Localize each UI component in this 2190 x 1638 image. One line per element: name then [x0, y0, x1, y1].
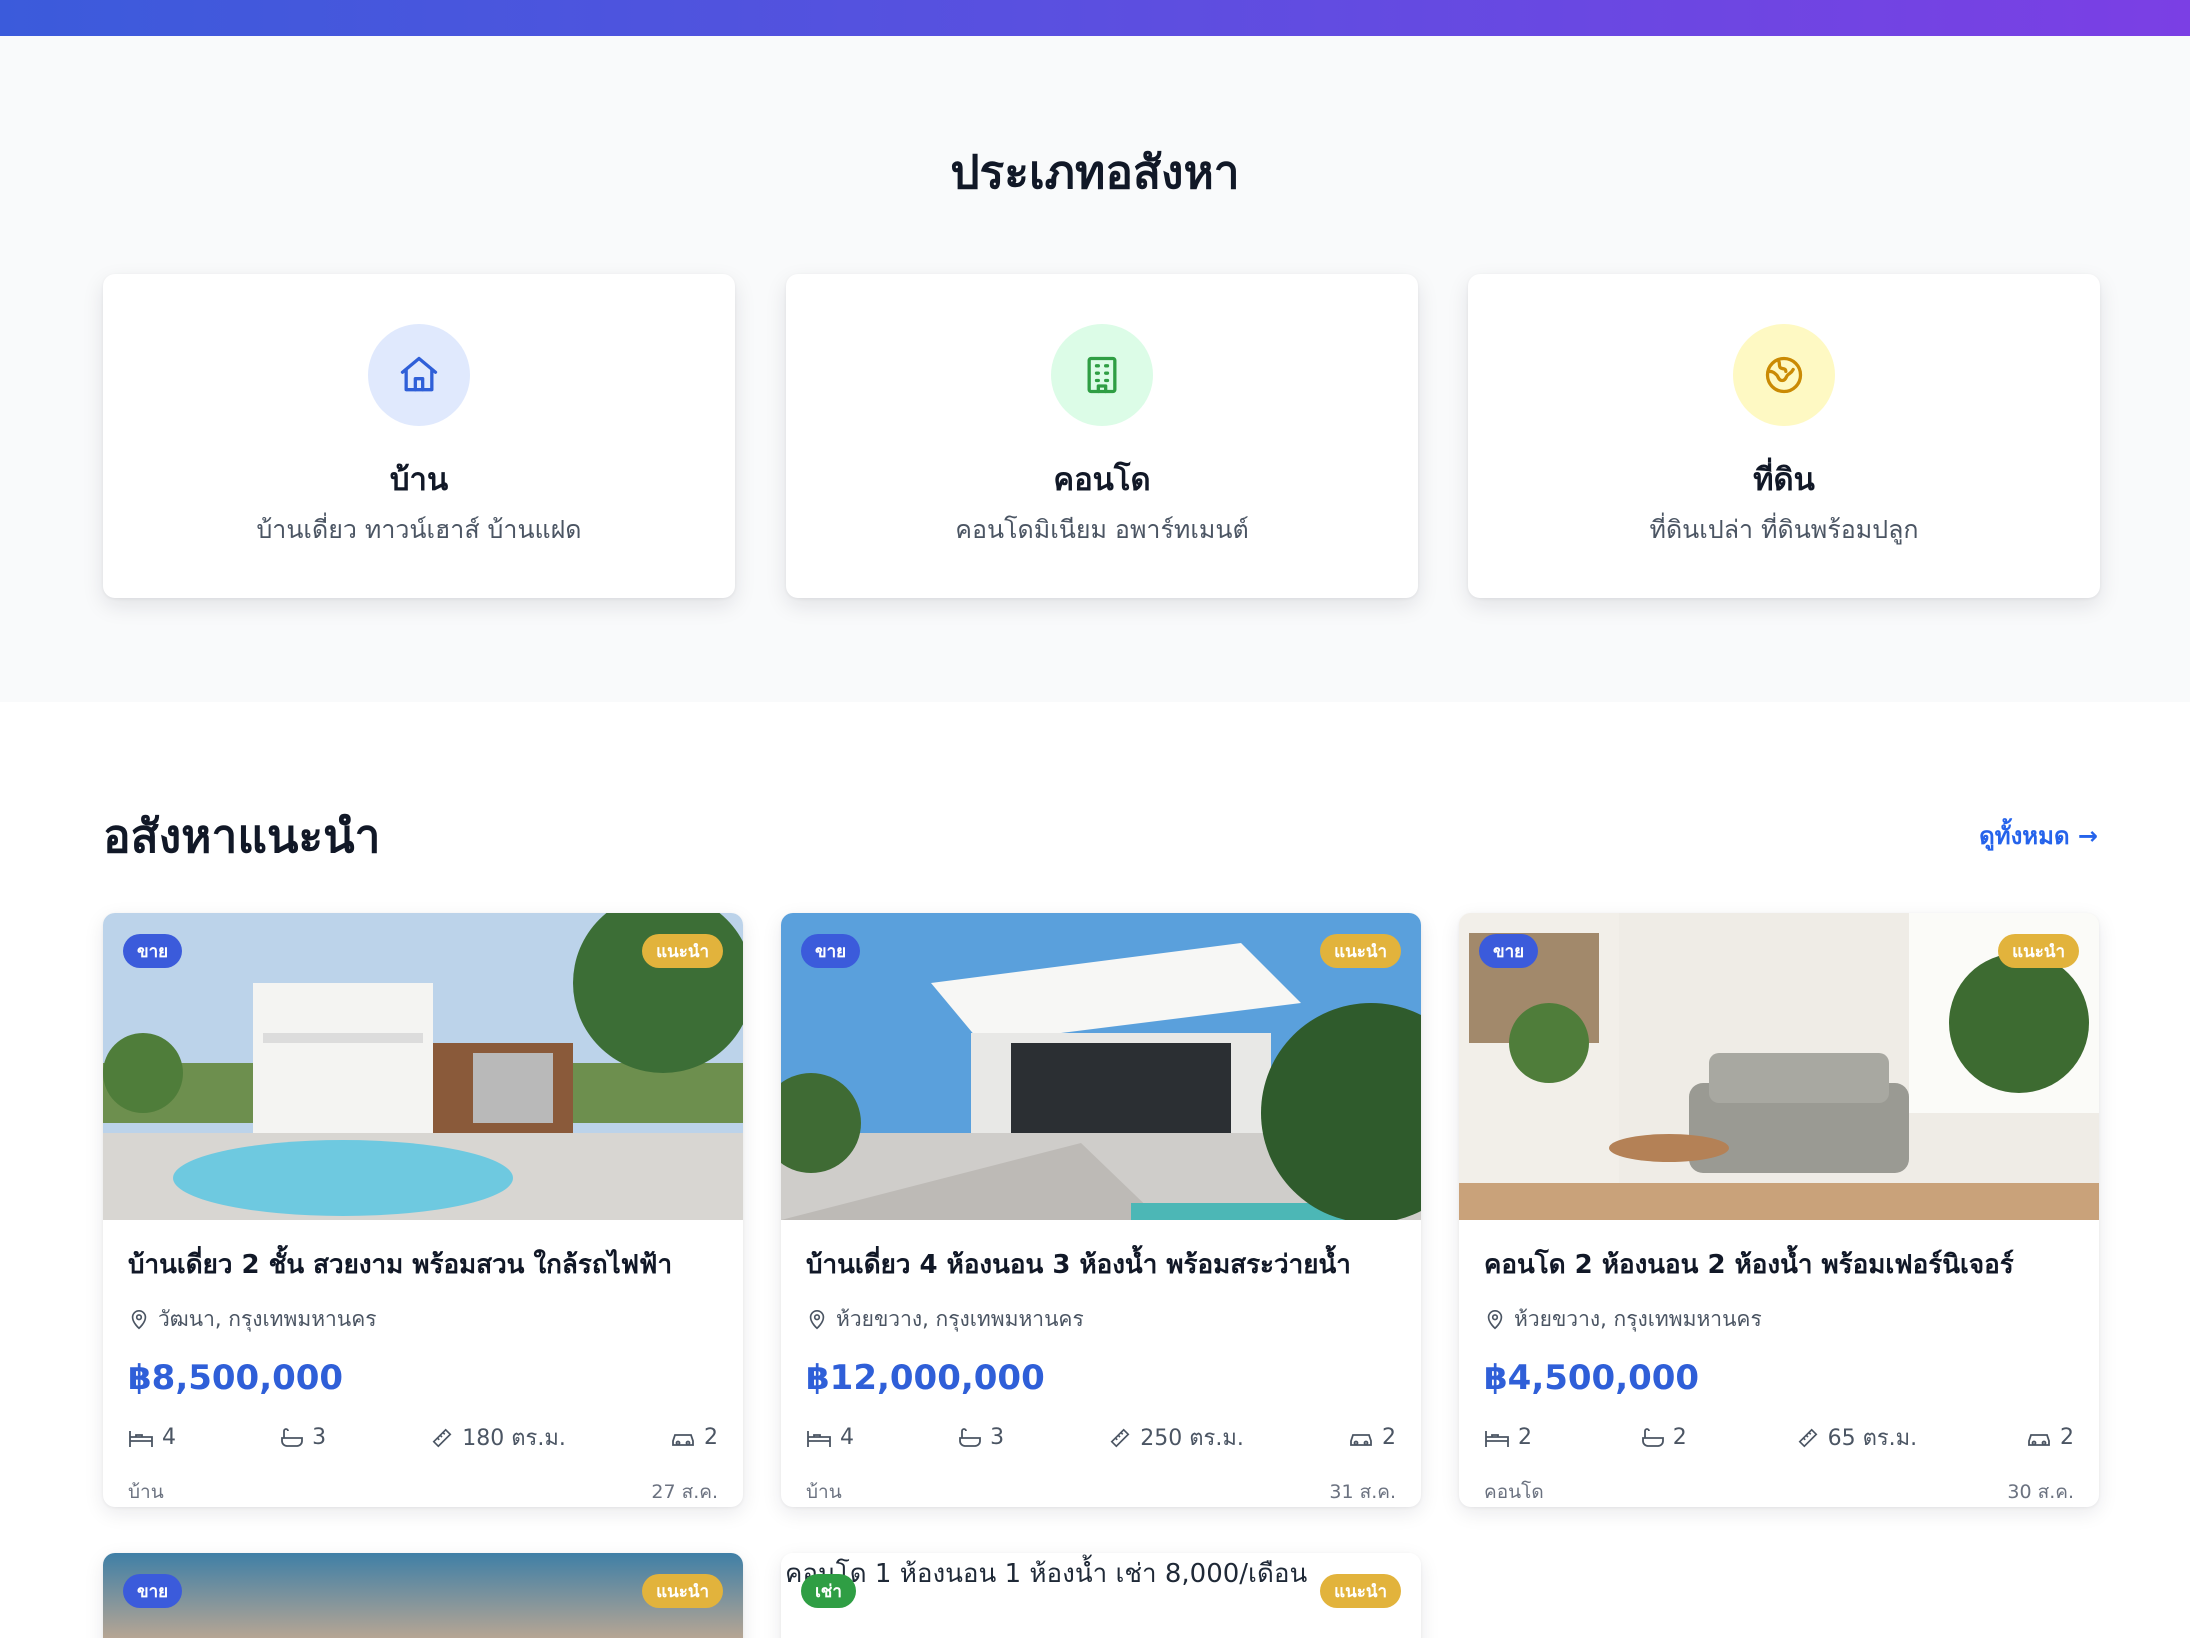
- top-gradient-bar: [0, 0, 2190, 36]
- listing-type-badge: ขาย: [123, 934, 183, 968]
- parking-stat: 2: [670, 1420, 718, 1455]
- location-text: วัฒนา, กรุงเทพมหานคร: [158, 1307, 377, 1331]
- bed-stat: 4: [806, 1420, 854, 1455]
- listing-image-broken: คอนโด 1 ห้องนอน 1 ห้องน้ำ เช่า 8,000/เดื…: [781, 1553, 1421, 1638]
- featured-title: อสังหาแนะนำ: [103, 809, 381, 863]
- category-desc: ที่ดินเปล่า ที่ดินพร้อมปลูก: [1649, 515, 1919, 544]
- building-icon: [1051, 324, 1153, 426]
- map-pin-icon: [809, 1309, 825, 1329]
- listing-price: ฿4,500,000: [1484, 1358, 1700, 1398]
- bed-icon: [129, 1430, 153, 1447]
- listing-category: บ้าน: [806, 1481, 842, 1503]
- listing-type-badge: ขาย: [801, 934, 861, 968]
- listing-type-badge: ขาย: [123, 1574, 183, 1608]
- listing-date: 27 ส.ค.: [651, 1481, 718, 1503]
- listing-category: บ้าน: [128, 1481, 164, 1503]
- bed-icon: [1485, 1430, 1509, 1447]
- ruler-icon: [432, 1428, 452, 1447]
- category-desc: คอนโดมิเนียม อพาร์ทเมนต์: [955, 515, 1249, 544]
- listing-type-badge: เช่า: [801, 1574, 856, 1608]
- listing-location: ห้วยขวาง, กรุงเทพมหานคร: [806, 1303, 1396, 1336]
- bed-stat: 2: [1484, 1420, 1532, 1455]
- category-name: ที่ดิน: [1753, 462, 1815, 498]
- listing-card[interactable]: คอนโด 1 ห้องนอน 1 ห้องน้ำ เช่า 8,000/เดื…: [781, 1553, 1421, 1638]
- location-text: ห้วยขวาง, กรุงเทพมหานคร: [1514, 1307, 1762, 1331]
- area-stat: 180 ตร.ม.: [430, 1420, 566, 1455]
- area-stat: 250 ตร.ม.: [1108, 1420, 1244, 1455]
- featured-badge: แนะนำ: [1320, 934, 1401, 968]
- bath-icon: [959, 1427, 982, 1447]
- ruler-icon: [1110, 1428, 1130, 1447]
- map-pin-icon: [1487, 1309, 1503, 1329]
- home-icon: [368, 324, 470, 426]
- category-card-house[interactable]: บ้าน บ้านเดี่ยว ทาวน์เฮาส์ บ้านแฝด: [103, 274, 735, 598]
- listing-card[interactable]: ขาย แนะนำ คอนโด 2 ห้องนอน 2 ห้องน้ำ พร้อ…: [1459, 913, 2099, 1507]
- car-icon: [672, 1433, 694, 1446]
- bath-stat: 3: [958, 1420, 1004, 1455]
- categories-title: ประเภทอสังหา: [950, 145, 1240, 199]
- categories-section: ประเภทอสังหา บ้าน บ้านเดี่ยว ทาวน์เฮาส์ …: [0, 36, 2190, 702]
- category-name: บ้าน: [389, 462, 449, 498]
- listing-image: ขาย แนะนำ: [103, 1553, 743, 1638]
- listing-image: ขาย แนะนำ: [781, 913, 1421, 1220]
- listing-location: วัฒนา, กรุงเทพมหานคร: [128, 1303, 718, 1336]
- bath-stat: 3: [280, 1420, 326, 1455]
- listing-card[interactable]: ขาย แนะนำ บ้านเดี่ยว 4 ห้องนอน 3 ห้องน้ำ…: [781, 913, 1421, 1507]
- category-card-condo[interactable]: คอนโด คอนโดมิเนียม อพาร์ทเมนต์: [786, 274, 1418, 598]
- image-alt-text: คอนโด 1 ห้องนอน 1 ห้องน้ำ เช่า 8,000/เดื…: [785, 1559, 1308, 1589]
- listing-card[interactable]: ขาย แนะนำ บ้านเดี่ยว 2 ชั้น สวยงาม พร้อม…: [103, 913, 743, 1507]
- bed-stat: 4: [128, 1420, 176, 1455]
- listing-price: ฿12,000,000: [806, 1358, 1045, 1398]
- bed-icon: [807, 1430, 831, 1447]
- category-desc: บ้านเดี่ยว ทาวน์เฮาส์ บ้านแฝด: [256, 515, 582, 544]
- parking-stat: 2: [2026, 1420, 2074, 1455]
- listing-image: ขาย แนะนำ: [1459, 913, 2099, 1220]
- location-text: ห้วยขวาง, กรุงเทพมหานคร: [836, 1307, 1084, 1331]
- featured-badge: แนะนำ: [1320, 1574, 1401, 1608]
- bath-icon: [1641, 1427, 1664, 1447]
- listing-image: ขาย แนะนำ: [103, 913, 743, 1220]
- listing-date: 31 ส.ค.: [1329, 1481, 1396, 1503]
- car-icon: [2028, 1433, 2050, 1446]
- listing-title: คอนโด 2 ห้องนอน 2 ห้องน้ำ พร้อมเฟอร์นิเจ…: [1484, 1250, 2014, 1280]
- listing-date: 30 ส.ค.: [2007, 1481, 2074, 1503]
- car-icon: [1350, 1433, 1372, 1446]
- category-card-land[interactable]: ที่ดิน ที่ดินเปล่า ที่ดินพร้อมปลูก: [1468, 274, 2100, 598]
- listing-location: ห้วยขวาง, กรุงเทพมหานคร: [1484, 1303, 2074, 1336]
- globe-icon: [1733, 324, 1835, 426]
- listing-category: คอนโด: [1484, 1481, 1544, 1503]
- area-stat: 65 ตร.ม.: [1796, 1420, 1917, 1455]
- listing-title: บ้านเดี่ยว 4 ห้องนอน 3 ห้องน้ำ พร้อมสระว…: [806, 1250, 1351, 1280]
- featured-badge: แนะนำ: [642, 1574, 723, 1608]
- parking-stat: 2: [1348, 1420, 1396, 1455]
- listing-type-badge: ขาย: [1479, 934, 1539, 968]
- listing-title: บ้านเดี่ยว 2 ชั้น สวยงาม พร้อมสวน ใกล้รถ…: [128, 1250, 673, 1280]
- category-name: คอนโด: [1053, 462, 1151, 498]
- bath-icon: [281, 1427, 304, 1447]
- featured-badge: แนะนำ: [1998, 934, 2079, 968]
- listing-price: ฿8,500,000: [128, 1358, 344, 1398]
- map-pin-icon: [131, 1309, 147, 1329]
- view-all-link[interactable]: ดูทั้งหมด →: [1979, 816, 2098, 855]
- ruler-icon: [1798, 1428, 1818, 1447]
- featured-badge: แนะนำ: [642, 934, 723, 968]
- listing-card[interactable]: ขาย แนะนำ: [103, 1553, 743, 1638]
- bath-stat: 2: [1641, 1420, 1687, 1455]
